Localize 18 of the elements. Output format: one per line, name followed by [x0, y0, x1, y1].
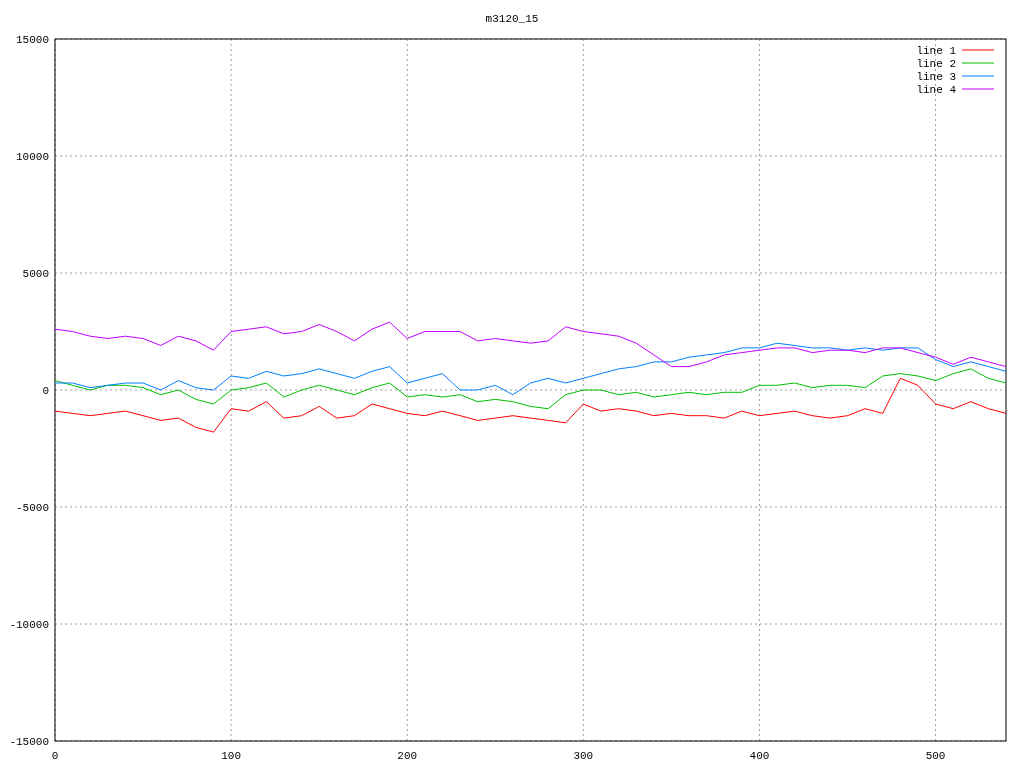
x-tick-label: 500	[925, 750, 946, 762]
legend-label: line 3	[916, 71, 956, 83]
y-tick-label: 10000	[16, 151, 49, 163]
y-tick-label: -10000	[9, 619, 49, 631]
x-tick-label: 0	[51, 750, 59, 762]
legend-label: line 2	[916, 58, 956, 70]
chart-title: m3120_15	[485, 13, 539, 25]
y-tick-label: -15000	[9, 736, 49, 748]
legend-label: line 4	[916, 84, 956, 96]
y-tick-label: 15000	[16, 34, 49, 46]
x-tick-label: 300	[573, 750, 594, 762]
y-tick-label: 5000	[22, 268, 49, 280]
x-tick-label: 100	[221, 750, 241, 762]
x-tick-label: 400	[749, 750, 770, 762]
y-tick-label: -5000	[16, 502, 49, 514]
x-tick-label: 200	[397, 750, 418, 762]
legend-label: line 1	[916, 45, 956, 57]
y-tick-label: 0	[42, 385, 49, 397]
